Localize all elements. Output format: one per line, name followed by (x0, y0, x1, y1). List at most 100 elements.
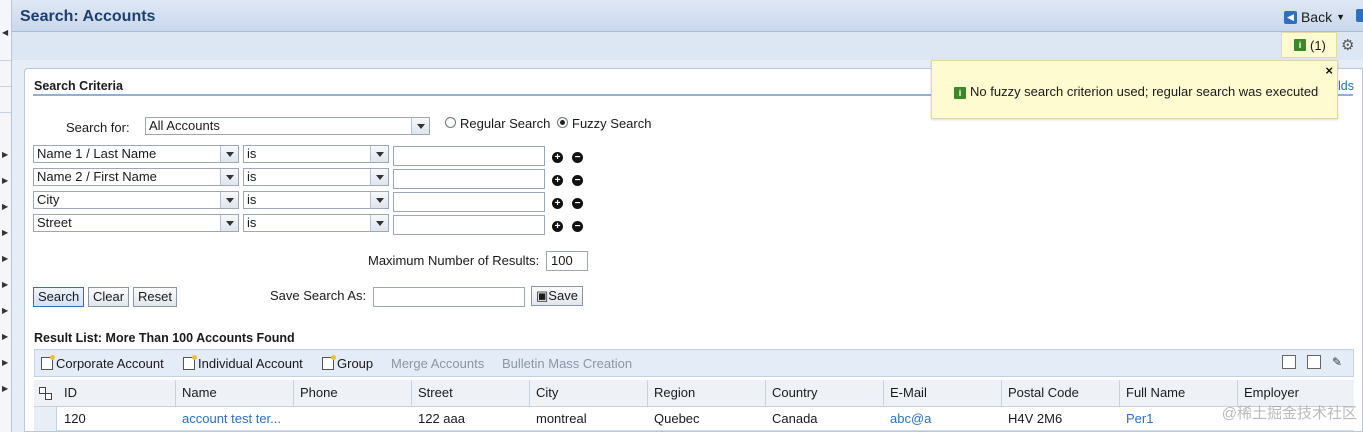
collapse-arrow-icon[interactable]: ◀ (2, 28, 8, 37)
regular-search-radio[interactable] (445, 117, 456, 128)
criteria-operator-value: is (247, 146, 257, 161)
regular-search-label: Regular Search (460, 116, 551, 131)
strip-divider (0, 60, 11, 61)
add-row-icon[interactable]: + (552, 152, 563, 163)
chevron-down-icon[interactable] (220, 169, 238, 185)
back-button[interactable]: ◀ Back ▼ (1283, 9, 1345, 25)
bulletin-mass-creation-button[interactable]: Bulletin Mass Creation (502, 356, 632, 371)
criteria-value-input[interactable] (393, 192, 545, 212)
criteria-operator-value: is (247, 169, 257, 184)
column-header-postal-code[interactable]: Postal Code (1002, 380, 1120, 407)
add-row-icon[interactable]: + (552, 221, 563, 232)
max-results-label: Maximum Number of Results: (368, 253, 540, 268)
criteria-operator-select[interactable]: is (243, 145, 389, 163)
criteria-field-select[interactable]: Name 2 / First Name (33, 168, 239, 186)
save-search-label: Save Search As: (270, 288, 367, 303)
expand-arrow-icon[interactable]: ▶ (2, 228, 8, 237)
cell-full-name-link[interactable]: Per1 (1120, 407, 1153, 431)
column-header-street[interactable]: Street (412, 380, 530, 407)
message-counter[interactable]: i (1) (1281, 32, 1337, 58)
expand-arrow-icon[interactable]: ▶ (2, 306, 8, 315)
expand-arrow-icon[interactable]: ▶ (2, 332, 8, 341)
max-results-input[interactable]: 100 (546, 251, 588, 271)
chevron-down-icon[interactable] (370, 169, 388, 185)
selection-mode-icon[interactable] (39, 387, 52, 400)
chevron-down-icon[interactable] (220, 215, 238, 231)
expand-arrow-icon[interactable]: ▶ (2, 176, 8, 185)
criteria-value-input[interactable] (393, 215, 545, 235)
criteria-operator-select[interactable]: is (243, 168, 389, 186)
chevron-down-icon[interactable] (370, 215, 388, 231)
column-header-city[interactable]: City (530, 380, 648, 407)
cell-street: 122 aaa (418, 411, 465, 426)
criteria-field-select[interactable]: Street (33, 214, 239, 232)
message-count: (1) (1310, 37, 1326, 53)
window-icon[interactable] (1356, 9, 1363, 22)
cell-country: Canada (772, 411, 818, 426)
page-title: Search: Accounts (20, 8, 156, 25)
column-header-full-name[interactable]: Full Name (1120, 380, 1238, 407)
clear-button[interactable]: Clear (88, 287, 130, 307)
row-selector[interactable] (34, 407, 57, 431)
message-popup: × i No fuzzy search criterion used; regu… (931, 60, 1338, 119)
chevron-down-icon[interactable] (370, 146, 388, 162)
fields-link[interactable]: lds (1338, 79, 1354, 93)
criteria-operator-select[interactable]: is (243, 191, 389, 209)
table-row[interactable]: 120 account test ter... 122 aaa montreal… (34, 407, 1354, 431)
save-button[interactable]: ▣Save (531, 286, 583, 306)
column-header-name[interactable]: Name (176, 380, 294, 407)
criteria-value-input[interactable] (393, 146, 545, 166)
left-nav-strip: ◀ ▶ ▶ ▶ ▶ ▶ ▶ ▶ ▶ ▶ ▶ (0, 0, 12, 432)
criteria-field-select[interactable]: City (33, 191, 239, 209)
expand-arrow-icon[interactable]: ▶ (2, 254, 8, 263)
sub-header-bar (12, 32, 1363, 60)
save-search-input[interactable] (373, 287, 525, 307)
search-for-select[interactable]: All Accounts (145, 117, 430, 135)
print-icon[interactable] (1307, 355, 1321, 369)
wrench-icon[interactable]: ✎ (1332, 355, 1346, 369)
chevron-down-icon[interactable] (220, 192, 238, 208)
column-header-country[interactable]: Country (766, 380, 884, 407)
cell-email-link[interactable]: abc@a (884, 407, 931, 431)
remove-row-icon[interactable]: − (572, 175, 583, 186)
chevron-down-icon[interactable] (220, 146, 238, 162)
remove-row-icon[interactable]: − (572, 152, 583, 163)
fuzzy-search-radio[interactable] (557, 117, 568, 128)
chevron-down-icon[interactable] (370, 192, 388, 208)
column-header-region[interactable]: Region (648, 380, 766, 407)
close-icon[interactable]: × (1325, 63, 1333, 78)
new-document-icon (183, 355, 197, 370)
expand-arrow-icon[interactable]: ▶ (2, 384, 8, 393)
gear-icon[interactable]: ⚙ (1341, 36, 1354, 54)
expand-arrow-icon[interactable]: ▶ (2, 150, 8, 159)
criteria-field-select[interactable]: Name 1 / Last Name (33, 145, 239, 163)
chevron-down-icon[interactable] (411, 118, 429, 134)
column-header-id[interactable]: ID (58, 380, 176, 407)
cell-region: Quebec (654, 411, 700, 426)
expand-arrow-icon[interactable]: ▶ (2, 202, 8, 211)
fuzzy-search-label: Fuzzy Search (572, 116, 652, 131)
criteria-value-input[interactable] (393, 169, 545, 189)
chart-icon[interactable] (1282, 355, 1296, 369)
add-row-icon[interactable]: + (552, 198, 563, 209)
remove-row-icon[interactable]: − (572, 198, 583, 209)
search-button[interactable]: Search (33, 287, 85, 307)
cell-name-link[interactable]: account test ter... (176, 407, 281, 431)
new-group-button[interactable]: Group (322, 355, 373, 371)
expand-arrow-icon[interactable]: ▶ (2, 358, 8, 367)
remove-row-icon[interactable]: − (572, 221, 583, 232)
column-header-phone[interactable]: Phone (294, 380, 412, 407)
column-header-email[interactable]: E-Mail (884, 380, 1002, 407)
criteria-operator-select[interactable]: is (243, 214, 389, 232)
search-panel: Search Criteria lds Search for: All Acco… (24, 68, 1363, 432)
new-corporate-account-button[interactable]: Corporate Account (41, 355, 164, 371)
reset-button[interactable]: Reset (133, 287, 177, 307)
cell-phone (294, 407, 300, 431)
add-row-icon[interactable]: + (552, 175, 563, 186)
expand-arrow-icon[interactable]: ▶ (2, 280, 8, 289)
criteria-field-value: Name 2 / First Name (37, 169, 157, 184)
search-criteria-title: Search Criteria (34, 79, 123, 93)
new-individual-account-button[interactable]: Individual Account (183, 355, 303, 371)
merge-accounts-button[interactable]: Merge Accounts (391, 356, 484, 371)
chevron-down-icon[interactable]: ▼ (1336, 12, 1345, 22)
